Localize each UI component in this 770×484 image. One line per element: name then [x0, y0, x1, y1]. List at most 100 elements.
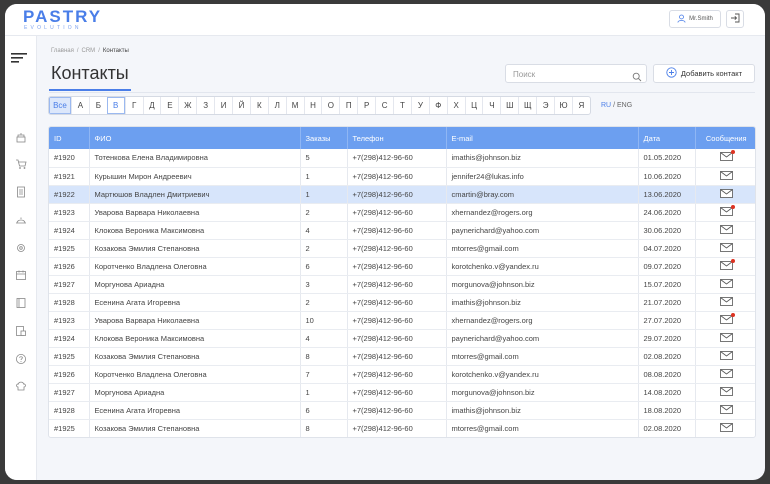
letter-filter[interactable]: К	[249, 97, 268, 114]
column-header-id[interactable]: ID	[49, 127, 90, 149]
settings-icon[interactable]	[14, 241, 28, 255]
table-row[interactable]: #1923 Уварова Варвара Николаевна 10 +7(298)…	[49, 311, 755, 330]
document-icon[interactable]	[14, 185, 28, 199]
letter-filter[interactable]: Ж	[178, 97, 196, 114]
delivery-icon[interactable]	[14, 213, 28, 227]
logo[interactable]: PASTRY EVOLUTION	[23, 8, 102, 31]
column-header-orders[interactable]: Заказы	[300, 127, 348, 149]
letter-filter[interactable]: В	[106, 97, 125, 114]
page-title: Контакты	[51, 63, 129, 83]
search-box	[505, 64, 647, 83]
table-row[interactable]: #1926 Коротченко Владлена Олеговна 6 +7(298…	[49, 257, 755, 276]
cell-orders: 4	[300, 329, 348, 348]
table-row[interactable]: #1926 Коротченко Владлена Олеговна 7 +7(298…	[49, 365, 755, 384]
breadcrumb-home[interactable]: Главная	[51, 48, 74, 54]
letter-filter[interactable]: Я	[571, 97, 590, 114]
column-header-name[interactable]: ФИО	[89, 127, 301, 149]
envelope-icon[interactable]	[719, 242, 733, 254]
letter-filter[interactable]: И	[214, 97, 232, 114]
envelope-icon[interactable]	[719, 188, 733, 200]
letter-filter[interactable]: Э	[536, 97, 554, 114]
table-row[interactable]: #1924 Клокова Вероника Максимовна 4 +7(298)…	[49, 221, 755, 240]
table-row[interactable]: #1922 Мартюшов Владлен Дмитриевич 1 +7(298)…	[49, 185, 755, 204]
letter-filter[interactable]: Й	[232, 97, 250, 114]
envelope-icon[interactable]	[719, 332, 733, 344]
cell-id: #1928	[49, 401, 90, 420]
column-header-messages[interactable]: Сообщения	[695, 127, 755, 149]
report-icon[interactable]	[14, 324, 28, 338]
lang-ru[interactable]: RU	[601, 102, 611, 109]
book-icon[interactable]	[14, 296, 28, 310]
table-row[interactable]: #1928 Есенина Агата Игоревна 2 +7(298)412-9…	[49, 293, 755, 312]
letter-filter[interactable]: Ю	[554, 97, 572, 114]
search-icon[interactable]	[632, 69, 642, 87]
envelope-icon[interactable]	[719, 404, 733, 416]
envelope-icon[interactable]	[719, 312, 735, 326]
table-row[interactable]: #1927 Моргунова Ариадна 1 +7(298)412-96-60 m…	[49, 383, 755, 402]
envelope-icon[interactable]	[719, 278, 733, 290]
letter-filter[interactable]: З	[196, 97, 214, 114]
table-row[interactable]: #1927 Моргунова Ариадна 3 +7(298)412-96-60 m…	[49, 275, 755, 294]
chef-icon[interactable]	[14, 379, 28, 393]
search-input[interactable]	[513, 69, 623, 79]
letter-filter[interactable]: Н	[303, 97, 322, 114]
letter-filter[interactable]: О	[321, 97, 339, 114]
letter-filter[interactable]: Д	[142, 97, 161, 114]
calendar-icon[interactable]	[14, 268, 28, 282]
letter-filter[interactable]: Ш	[500, 97, 518, 114]
add-contact-button[interactable]: Добавить контакт	[653, 64, 755, 83]
cell-email: paynerichard@yahoo.com	[446, 221, 639, 240]
cell-email: korotchenko.v@yandex.ru	[446, 257, 639, 276]
envelope-icon[interactable]	[719, 350, 733, 362]
letter-filter[interactable]: Ч	[482, 97, 500, 114]
letter-filter[interactable]: С	[375, 97, 393, 114]
table-row[interactable]: #1925 Козакова Эмилия Степановна 8 +7(298)4…	[49, 419, 755, 437]
user-menu-button[interactable]: Mr.Smith	[669, 10, 721, 28]
letter-filter[interactable]: Г	[124, 97, 143, 114]
table-row[interactable]: #1925 Козакова Эмилия Степановна 2 +7(298)4…	[49, 239, 755, 258]
letter-filter[interactable]: П	[339, 97, 357, 114]
letter-filter[interactable]: Т	[393, 97, 411, 114]
table-row[interactable]: #1924 Клокова Вероника Максимовна 4 +7(298)…	[49, 329, 755, 348]
table-row[interactable]: #1921 Курышин Мирон Андреевич 1 +7(298)412-…	[49, 167, 755, 186]
letter-filter[interactable]: М	[285, 97, 304, 114]
cake-icon[interactable]	[14, 130, 28, 144]
letter-filter[interactable]: Б	[88, 97, 107, 114]
envelope-icon[interactable]	[719, 204, 735, 218]
top-bar: PASTRY EVOLUTION Mr.Smith	[5, 4, 765, 36]
breadcrumb-crm[interactable]: CRM	[82, 48, 96, 54]
table-row[interactable]: #1925 Козакова Эмилия Степановна 8 +7(298)4…	[49, 347, 755, 366]
letter-filter[interactable]: Л	[267, 97, 286, 114]
column-header-phone[interactable]: Телефон	[347, 127, 447, 149]
logout-button[interactable]	[726, 10, 744, 28]
letter-filter[interactable]: Х	[446, 97, 465, 114]
letter-filter-all[interactable]: Все	[49, 97, 71, 114]
lang-eng[interactable]: ENG	[617, 102, 632, 109]
letter-filter[interactable]: Р	[357, 97, 375, 114]
letter-filter[interactable]: Е	[160, 97, 178, 114]
envelope-icon[interactable]	[719, 150, 735, 163]
letter-filter[interactable]: Ц	[464, 97, 483, 114]
envelope-icon[interactable]	[719, 422, 733, 434]
column-header-date[interactable]: Дата	[638, 127, 696, 149]
letter-filter[interactable]: Ф	[428, 97, 447, 114]
envelope-icon[interactable]	[719, 368, 733, 380]
envelope-icon[interactable]	[719, 386, 733, 398]
envelope-icon[interactable]	[719, 296, 733, 308]
cart-icon[interactable]	[14, 157, 28, 171]
envelope-icon[interactable]	[719, 224, 733, 236]
unread-badge	[730, 258, 735, 263]
help-icon[interactable]	[14, 352, 28, 366]
envelope-icon[interactable]	[719, 258, 735, 272]
table-row[interactable]: #1923 Уварова Варвара Николаевна 2 +7(298)4…	[49, 203, 755, 222]
table-row[interactable]: #1920 Тотенкова Елена Владимировна 5 +7(298…	[49, 149, 755, 168]
envelope-icon[interactable]	[719, 170, 733, 182]
letter-filter[interactable]: Щ	[518, 97, 536, 114]
table-row[interactable]: #1928 Есенина Агата Игоревна 6 +7(298)412-9…	[49, 401, 755, 420]
cell-orders: 4	[300, 221, 348, 240]
letter-filter[interactable]: У	[410, 97, 429, 114]
menu-icon[interactable]	[11, 50, 27, 68]
cell-date: 24.06.2020	[638, 203, 696, 222]
letter-filter[interactable]: А	[71, 97, 89, 114]
column-header-email[interactable]: E-mail	[446, 127, 639, 149]
